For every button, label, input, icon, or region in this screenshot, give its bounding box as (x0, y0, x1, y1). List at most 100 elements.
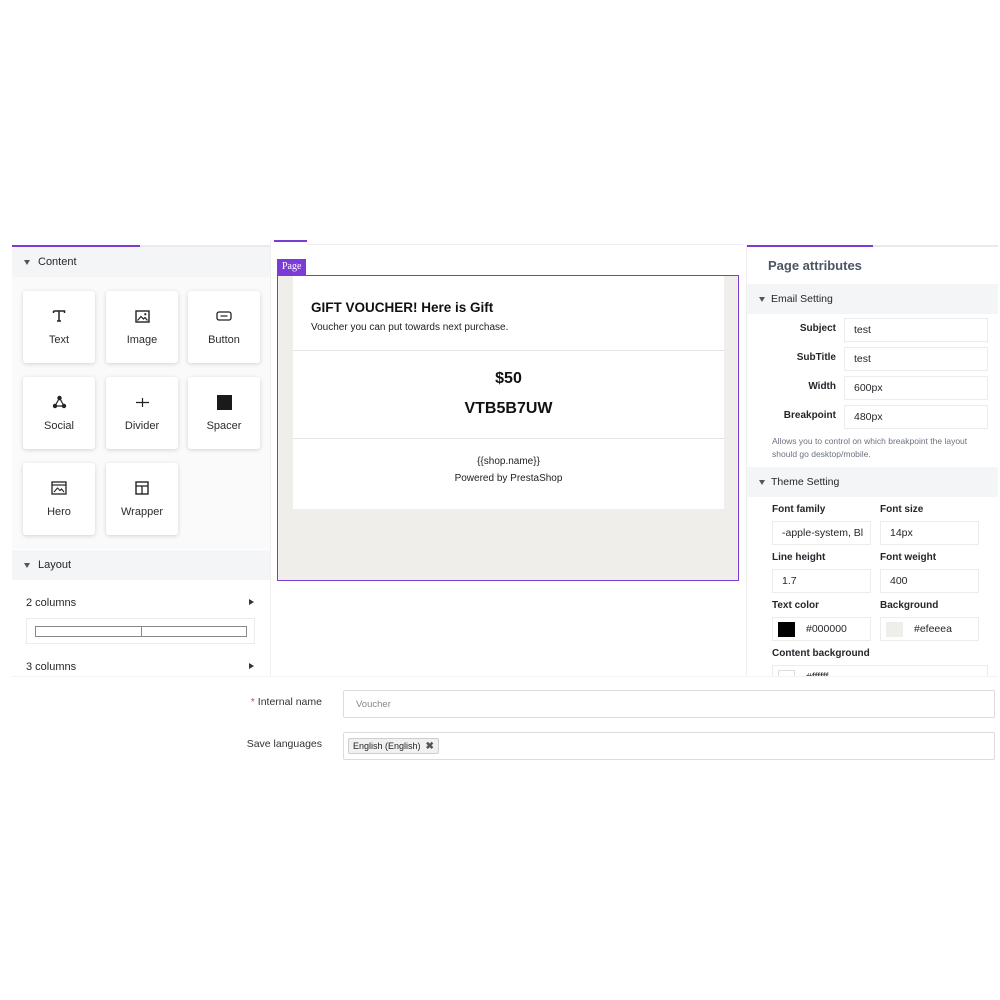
font-family-field[interactable]: -apple-system, Bl (772, 521, 871, 545)
email-setting-title: Email Setting (771, 293, 833, 305)
width-field[interactable]: 600px (844, 376, 988, 400)
background-color-value: #efeeea (914, 623, 952, 635)
internal-name-label-text: Internal name (257, 696, 322, 708)
internal-name-field[interactable] (343, 690, 995, 718)
column-split (141, 627, 142, 636)
line-height-label: Line height (772, 552, 826, 563)
internal-name-label: * Internal name (200, 696, 322, 708)
language-chip-label: English (English) (353, 741, 421, 751)
attributes-panel: Page attributes Email Setting Subject te… (746, 245, 998, 676)
block-label: Button (208, 334, 240, 346)
block-label: Text (48, 334, 70, 346)
caret-down-icon (24, 259, 30, 265)
caret-right-icon (249, 599, 254, 605)
font-family-label: Font family (772, 504, 826, 515)
remove-icon[interactable]: ✖ (426, 741, 434, 752)
save-languages-label: Save languages (246, 738, 322, 750)
right-tab-bar (747, 245, 998, 247)
block-text[interactable]: Text (23, 291, 95, 363)
font-size-field[interactable]: 14px (880, 521, 979, 545)
internal-name-input[interactable] (344, 691, 994, 717)
blocks-panel: Content Text Image Button Social Divider… (12, 245, 270, 676)
subject-label: Subject (799, 323, 836, 334)
right-active-tab[interactable] (747, 245, 873, 247)
background-color-field[interactable]: #efeeea (880, 617, 979, 641)
email-canvas[interactable]: GIFT VOUCHER! Here is Gift Voucher you c… (277, 275, 739, 581)
font-size-label: Font size (880, 504, 924, 515)
width-label: Width (808, 381, 836, 392)
language-chip[interactable]: English (English) ✖ (348, 738, 439, 754)
email-content[interactable]: GIFT VOUCHER! Here is Gift Voucher you c… (293, 276, 724, 509)
block-divider[interactable]: Divider (106, 377, 178, 449)
email-setting-header[interactable]: Email Setting (747, 284, 998, 314)
background-label: Background (880, 600, 939, 611)
caret-down-icon (759, 479, 765, 485)
breakpoint-label: Breakpoint (783, 410, 836, 421)
hero-icon (51, 480, 67, 496)
theme-setting-title: Theme Setting (771, 476, 840, 488)
content-section-title: Content (38, 256, 77, 268)
block-label: Spacer (206, 420, 242, 432)
background-color-swatch[interactable] (886, 621, 903, 637)
theme-setting-header[interactable]: Theme Setting (747, 467, 998, 497)
breakpoint-help-text: Allows you to control on which breakpoin… (772, 436, 968, 459)
image-icon (134, 308, 150, 324)
panel-title: Page attributes (768, 258, 862, 273)
save-languages-field[interactable]: English (English) ✖ (343, 732, 995, 760)
block-label: Divider (124, 420, 160, 432)
block-spacer[interactable]: Spacer (188, 377, 260, 449)
subject-field[interactable]: test (844, 318, 988, 342)
columns-bar (35, 626, 247, 637)
block-wrapper[interactable]: Wrapper (106, 463, 178, 535)
two-columns-preview[interactable] (26, 618, 255, 644)
font-weight-label: Font weight (880, 552, 937, 563)
layout-section-title: Layout (38, 559, 72, 571)
layout-item-2-columns[interactable]: 2 columns (26, 597, 256, 609)
voucher-amount[interactable]: $50 (293, 370, 724, 388)
subtitle-field[interactable]: test (844, 347, 988, 371)
text-color-swatch[interactable] (778, 621, 795, 637)
content-background-field[interactable]: #ffffff (772, 665, 988, 676)
text-color-value: #000000 (806, 623, 847, 635)
layout-section-header[interactable]: Layout (12, 550, 270, 580)
left-panel-divider (270, 240, 271, 676)
email-divider (293, 350, 724, 351)
content-blocks-grid: Text Image Button Social Divider Spacer … (12, 277, 270, 549)
button-icon (216, 308, 232, 324)
powered-by[interactable]: Powered by PrestaShop (293, 473, 724, 484)
text-color-field[interactable]: #000000 (772, 617, 871, 641)
spacer-icon (216, 394, 232, 410)
required-asterisk: * (250, 696, 255, 708)
block-label: Wrapper (121, 506, 163, 518)
subtitle-label: SubTitle (796, 352, 836, 363)
text-color-label: Text color (772, 600, 820, 611)
social-icon (52, 394, 67, 410)
content-section-header[interactable]: Content (12, 247, 270, 277)
layout-item-label: 3 columns (26, 661, 77, 673)
layout-item-label: 2 columns (26, 597, 77, 609)
caret-down-icon (24, 562, 30, 568)
page-label-badge[interactable]: Page (277, 259, 307, 275)
content-background-label: Content background (772, 648, 870, 659)
divider-icon (135, 394, 150, 410)
breakpoint-field[interactable]: 480px (844, 405, 988, 429)
caret-right-icon (249, 663, 254, 669)
layout-item-3-columns[interactable]: 3 columns (26, 661, 256, 673)
form-separator (12, 676, 998, 677)
voucher-code[interactable]: VTB5B7UW (293, 400, 724, 418)
canvas-top-line (307, 244, 743, 245)
email-subtitle[interactable]: Voucher you can put towards next purchas… (311, 322, 508, 333)
canvas-active-tab[interactable] (274, 240, 307, 242)
email-divider (293, 438, 724, 439)
block-hero[interactable]: Hero (23, 463, 95, 535)
email-title[interactable]: GIFT VOUCHER! Here is Gift (311, 300, 493, 315)
block-label: Image (126, 334, 158, 346)
line-height-field[interactable]: 1.7 (772, 569, 871, 593)
block-image[interactable]: Image (106, 291, 178, 363)
block-button[interactable]: Button (188, 291, 260, 363)
font-weight-field[interactable]: 400 (880, 569, 979, 593)
block-label: Hero (47, 506, 71, 518)
wrapper-icon (135, 480, 149, 496)
block-social[interactable]: Social (23, 377, 95, 449)
shop-name[interactable]: {{shop.name}} (293, 456, 724, 467)
